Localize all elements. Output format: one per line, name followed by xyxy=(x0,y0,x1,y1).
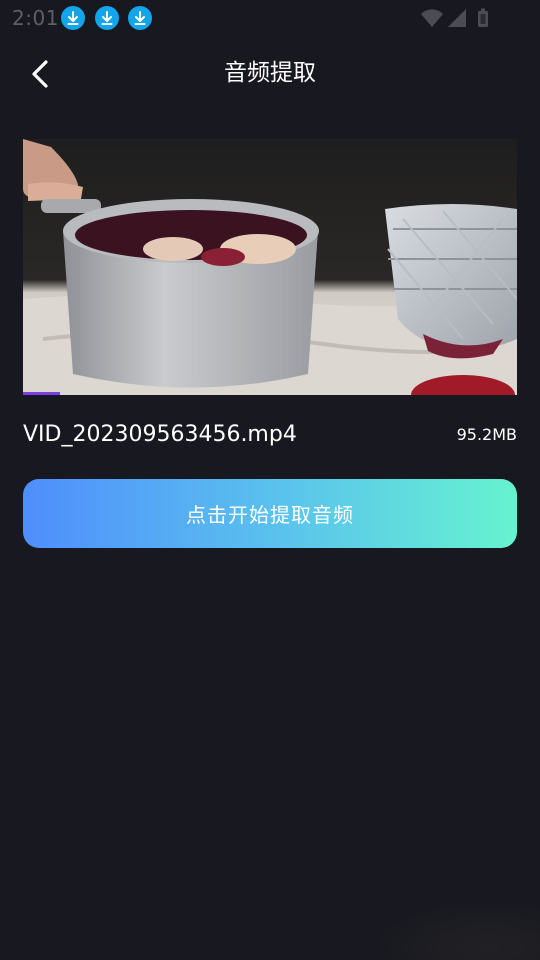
file-name: VID_202309563456.mp4 xyxy=(23,422,297,447)
file-size: 95.2MB xyxy=(456,425,517,444)
download-icon xyxy=(61,6,85,30)
cell-signal-icon xyxy=(448,9,466,27)
download-icon xyxy=(128,6,152,30)
wifi-icon xyxy=(421,9,443,27)
download-icon xyxy=(95,6,119,30)
audio-extract-screen: 2:01 音频提取 VID_202309563456.mp4 95.2MB 点击… xyxy=(0,0,540,960)
battery-icon xyxy=(478,8,488,27)
video-progress-fill xyxy=(23,392,61,395)
video-preview[interactable] xyxy=(23,139,517,395)
page-title: 音频提取 xyxy=(224,60,316,86)
video-progress-track[interactable] xyxy=(23,392,517,395)
extract-audio-label: 点击开始提取音频 xyxy=(186,503,354,527)
status-system-icons xyxy=(421,8,488,27)
status-bar: 2:01 xyxy=(0,0,540,36)
extract-audio-button[interactable]: 点击开始提取音频 xyxy=(23,479,517,548)
corner-shadow xyxy=(370,900,540,960)
status-time: 2:01 xyxy=(12,6,59,30)
video-thumbnail xyxy=(23,139,517,395)
